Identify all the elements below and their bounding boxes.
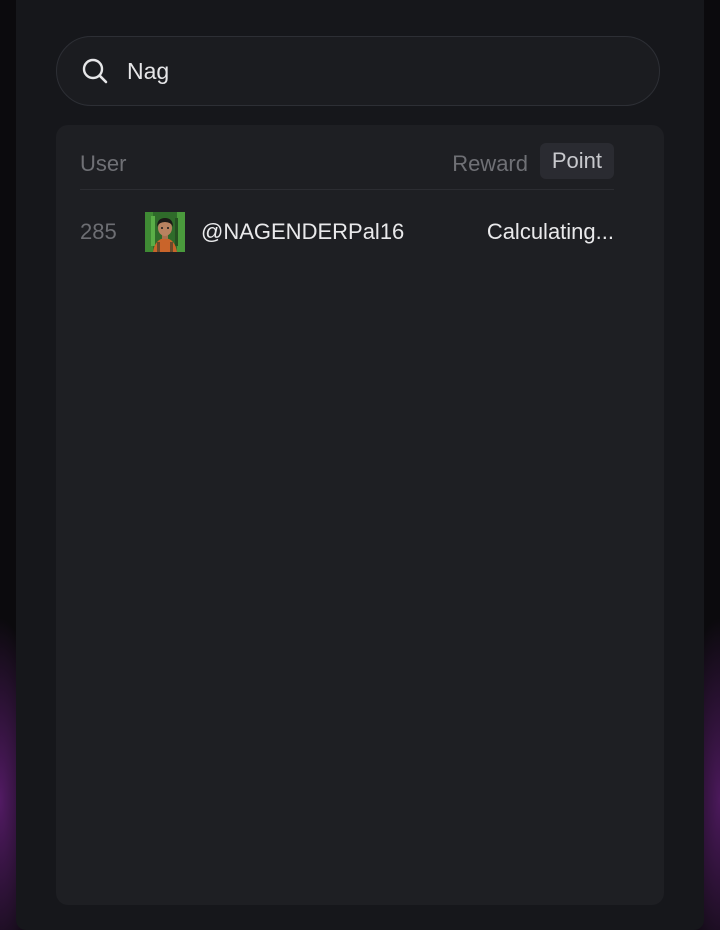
avatar [145, 212, 185, 252]
rank-number: 285 [80, 219, 117, 244]
table-header: User Reward Point [80, 143, 614, 190]
table-row[interactable]: 285 @NAGENDERPal16 Calculating... [80, 209, 614, 253]
tab-reward[interactable]: Reward [452, 151, 528, 177]
tab-point[interactable]: Point [539, 143, 614, 179]
leaderboard-table: User Reward Point 285 @NAGENDERPal16 Cal… [56, 125, 664, 905]
column-header-user: User [80, 151, 127, 176]
leaderboard-panel: User Reward Point 285 [16, 0, 704, 930]
search-bar[interactable] [56, 36, 660, 106]
search-icon [81, 57, 109, 85]
search-input[interactable] [127, 57, 659, 85]
point-value: Calculating... [486, 219, 614, 244]
user-handle: @NAGENDERPal16 [201, 219, 405, 244]
